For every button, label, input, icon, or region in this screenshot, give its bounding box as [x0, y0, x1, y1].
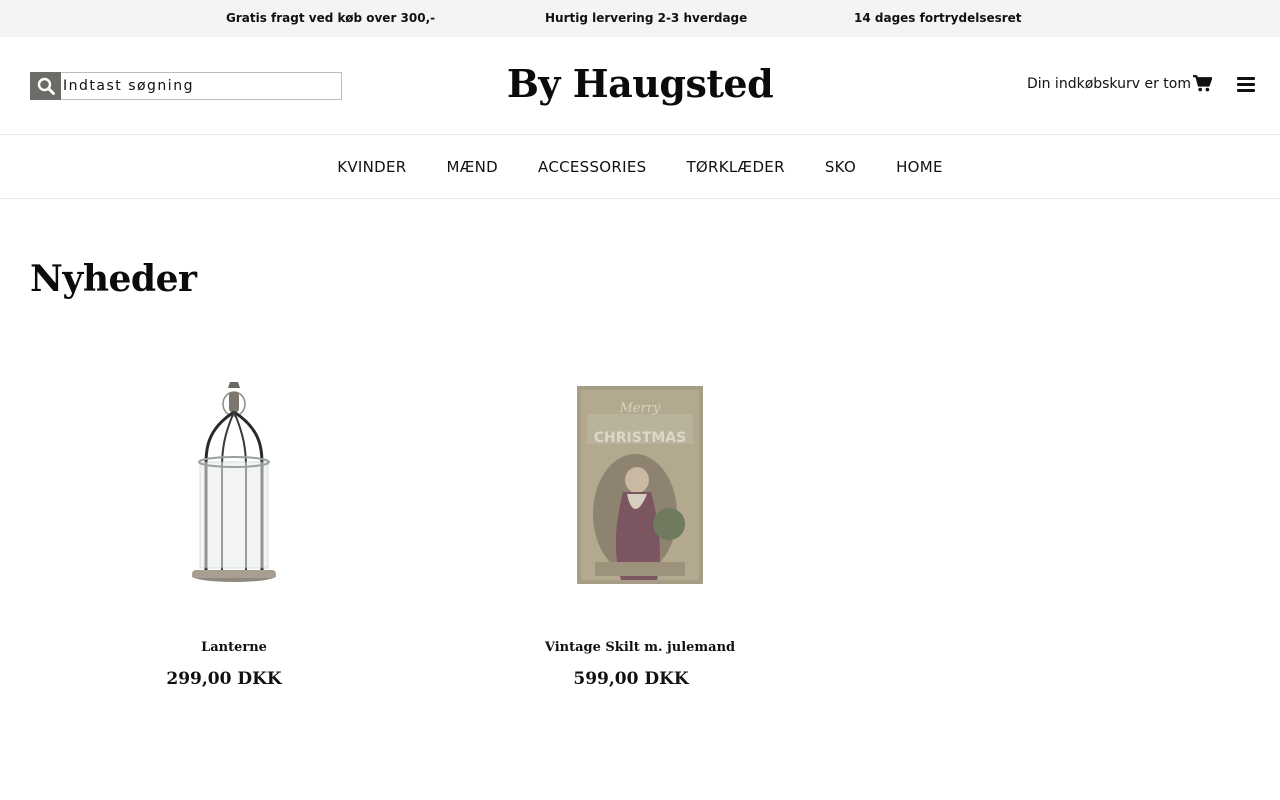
product-image-lantern[interactable] [34, 370, 434, 600]
lantern-image [192, 382, 276, 582]
usp-fast-delivery: Hurtig lervering 2-3 hverdage [545, 11, 748, 25]
svg-text:Merry: Merry [619, 401, 661, 416]
shopping-cart-icon [1193, 75, 1212, 92]
nav-item-kvinder[interactable]: KVINDER [337, 158, 406, 176]
main-navigation: KVINDER MÆND ACCESSORIES TØRKLÆDER SKO H… [0, 135, 1280, 199]
cart-status-text: Din indkøbskurv er tom [1026, 75, 1191, 92]
product-image-vintage-sign[interactable]: Merry CHRISTMAS [440, 370, 840, 600]
page-title: Nyheder [30, 258, 197, 300]
nav-item-accessories[interactable]: ACCESSORIES [538, 158, 646, 176]
product-name[interactable]: Lanterne [34, 640, 434, 655]
hamburger-menu-icon[interactable] [1237, 77, 1255, 93]
nav-item-sko[interactable]: SKO [825, 158, 856, 176]
nav-item-torklaeder[interactable]: TØRKLÆDER [686, 158, 784, 176]
product-price: 599,00 DKK [573, 669, 689, 689]
svg-text:CHRISTMAS: CHRISTMAS [594, 430, 686, 446]
product-card[interactable]: Merry CHRISTMAS Vintage Skilt m. juleman… [440, 370, 840, 689]
nav-item-maend[interactable]: MÆND [447, 158, 499, 176]
product-price: 299,00 DKK [166, 669, 282, 689]
usp-free-shipping: Gratis fragt ved køb over 300,- [226, 11, 436, 25]
product-name[interactable]: Vintage Skilt m. julemand [440, 640, 840, 655]
site-header: By Haugsted Din indkøbskurv er tom [0, 37, 1280, 135]
usp-bar: Gratis fragt ved køb over 300,- Hurtig l… [0, 0, 1280, 37]
vintage-sign-image: Merry CHRISTMAS [577, 386, 703, 584]
usp-return-policy: 14 dages fortrydelsesret [854, 11, 1022, 25]
nav-item-home[interactable]: HOME [896, 158, 943, 176]
product-card[interactable]: Lanterne 299,00 DKK [34, 370, 434, 689]
cart-link[interactable]: Din indkøbskurv er tom [1027, 75, 1212, 92]
